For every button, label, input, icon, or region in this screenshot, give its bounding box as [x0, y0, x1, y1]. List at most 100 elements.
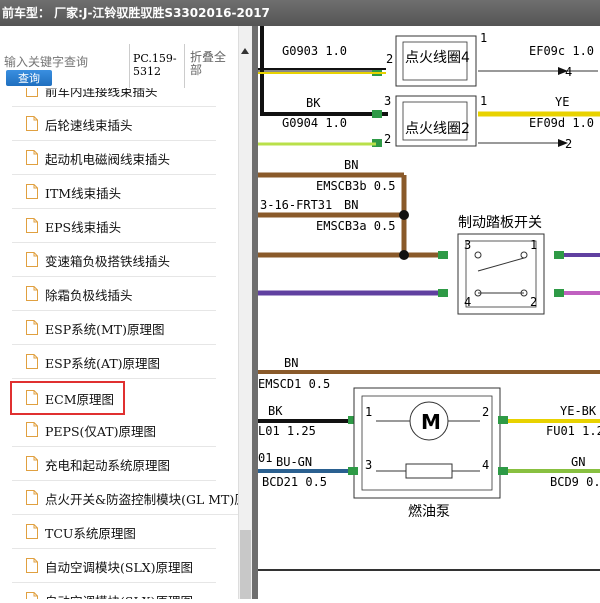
- document-icon: [26, 116, 38, 131]
- list-item-label: 充电和起动系统原理图: [45, 458, 171, 473]
- pin-number: 2: [386, 52, 393, 66]
- document-icon: [26, 490, 38, 505]
- list-scrollbar[interactable]: [238, 26, 252, 599]
- wire-color: YE-BK: [560, 404, 597, 418]
- wiring-diagram: G0903 1.0 EF09c 1.0 点火线圈4 2 1 4 BK G0904…: [258, 26, 600, 599]
- list-item-label: 自动空调模块(SLX)原理图: [45, 591, 193, 599]
- document-icon: [26, 286, 38, 301]
- connector-pin: [438, 289, 448, 297]
- scroll-up-arrow-icon[interactable]: [241, 48, 249, 54]
- output-number: 2: [565, 137, 572, 151]
- connector-pin: [498, 467, 508, 475]
- wire-color: BK: [306, 96, 321, 110]
- document-list: 前车内连接线束插头 后轮速线束插头 起动机电磁阀线束插头 ITM线束插头 EPS…: [0, 88, 238, 599]
- wire-code: EF09c 1.0: [529, 44, 594, 58]
- list-item-label: 前车内连接线束插头: [45, 88, 158, 99]
- wire-color: BN: [284, 356, 298, 370]
- pin-number: 4: [482, 458, 489, 472]
- list-item-label: ESP系统(AT)原理图: [45, 356, 161, 371]
- list-item[interactable]: 除霜负极线插头: [12, 277, 216, 311]
- wire-code: BCD21 0.5: [262, 475, 327, 489]
- scroll-thumb[interactable]: [240, 530, 251, 599]
- list-item-label: ECM原理图: [45, 392, 114, 407]
- wire-code: EF09d 1.0: [529, 116, 594, 130]
- wire-code: BCD9 0.5: [550, 475, 600, 489]
- pin-number: 3: [384, 94, 391, 108]
- splice-point: [399, 210, 409, 220]
- left-panel: 查询 PC.159-5312 折叠全部 前车内连接线束插头 后轮速线束插头 起动…: [0, 26, 252, 599]
- ignition-coil-4-label: 点火线圈4: [405, 50, 470, 66]
- document-icon: [26, 558, 38, 573]
- pc-label: PC.159-5312: [133, 52, 177, 78]
- list-item[interactable]: EPS线束插头: [12, 209, 216, 243]
- connector-pin: [554, 251, 564, 259]
- document-icon: [26, 390, 38, 405]
- output-number: 4: [565, 65, 572, 79]
- document-icon: [26, 456, 38, 471]
- list-item[interactable]: 自动空调模块(SLX)原理图: [12, 583, 216, 599]
- connector-pin: [498, 416, 508, 424]
- pin-number: 3: [365, 458, 372, 472]
- wire-color: GN: [571, 455, 585, 469]
- wire-code: FU01 1.25: [546, 424, 600, 438]
- wire-code: EMSCD1 0.5: [258, 377, 330, 391]
- list-item[interactable]: PEPS(仅AT)原理图: [12, 413, 216, 447]
- page-ref: 3-16-FRT31: [260, 198, 332, 212]
- fuel-pump-label: 燃油泵: [408, 503, 450, 520]
- wire-color: BU-GN: [276, 455, 312, 469]
- list-item[interactable]: ESP系统(MT)原理图: [12, 311, 216, 345]
- list-item-label: 变速箱负极搭铁线插头: [45, 254, 171, 269]
- list-item-label: 后轮速线束插头: [45, 118, 133, 133]
- search-input[interactable]: [4, 52, 126, 72]
- list-item[interactable]: 起动机电磁阀线束插头: [12, 141, 216, 175]
- search-button[interactable]: 查询: [6, 70, 52, 86]
- list-item[interactable]: 充电和起动系统原理图: [12, 447, 216, 481]
- wire-code: G0904 1.0: [282, 116, 347, 130]
- list-item[interactable]: 自动空调模块(SLX)原理图: [12, 549, 216, 583]
- list-item-label: ITM线束插头: [45, 186, 122, 201]
- pin-number: 2: [530, 295, 537, 309]
- document-icon: [26, 150, 38, 165]
- list-item-label: ESP系统(MT)原理图: [45, 322, 165, 337]
- pin-number: 1: [530, 238, 537, 252]
- document-icon: [26, 88, 38, 97]
- list-item[interactable]: TCU系统原理图: [12, 515, 216, 549]
- separator: [184, 44, 185, 88]
- wire-color: YE: [555, 95, 569, 109]
- document-icon: [26, 218, 38, 233]
- connector-pin: [348, 467, 358, 475]
- separator: [129, 44, 130, 88]
- wire-code: L01 1.25: [258, 424, 316, 438]
- pin-number: 4: [464, 295, 471, 309]
- list-item[interactable]: ESP系统(AT)原理图: [12, 345, 216, 379]
- list-item[interactable]: 变速箱负极搭铁线插头: [12, 243, 216, 277]
- pin-number: 1: [480, 94, 487, 108]
- list-item[interactable]: 后轮速线束插头: [12, 107, 216, 141]
- document-icon: [26, 184, 38, 199]
- brake-switch-inner: [465, 240, 537, 308]
- wire-code: G0903 1.0: [282, 44, 347, 58]
- pin-number: 2: [482, 405, 489, 419]
- list-item-label: EPS线束插头: [45, 220, 122, 235]
- wire-color: BN: [344, 198, 358, 212]
- list-item[interactable]: 点火开关&防盗控制模块(GL MT)原理图: [12, 481, 238, 515]
- list-item[interactable]: 前车内连接线束插头: [12, 88, 216, 107]
- pin-number: 1: [480, 31, 487, 45]
- motor-symbol: M: [421, 410, 441, 434]
- wire-color: BN: [344, 158, 358, 172]
- wire-code: EMSCB3a 0.5: [316, 219, 395, 233]
- list-item-label: PEPS(仅AT)原理图: [45, 424, 156, 439]
- document-icon: [26, 422, 38, 437]
- wire-color: BK: [268, 404, 283, 418]
- connector-pin: [438, 251, 448, 259]
- wire-code: EMSCB3b 0.5: [316, 179, 395, 193]
- brake-switch-title: 制动踏板开关: [458, 215, 542, 231]
- pin-label: 01: [258, 451, 272, 465]
- list-item-selected[interactable]: ECM原理图: [10, 381, 125, 415]
- list-item[interactable]: ITM线束插头: [12, 175, 216, 209]
- list-item-label: 除霜负极线插头: [45, 288, 133, 303]
- list-item-label: 起动机电磁阀线束插头: [45, 152, 171, 167]
- connector-pin: [372, 110, 382, 118]
- document-icon: [26, 524, 38, 539]
- fold-all-button[interactable]: 折叠全部: [190, 51, 234, 77]
